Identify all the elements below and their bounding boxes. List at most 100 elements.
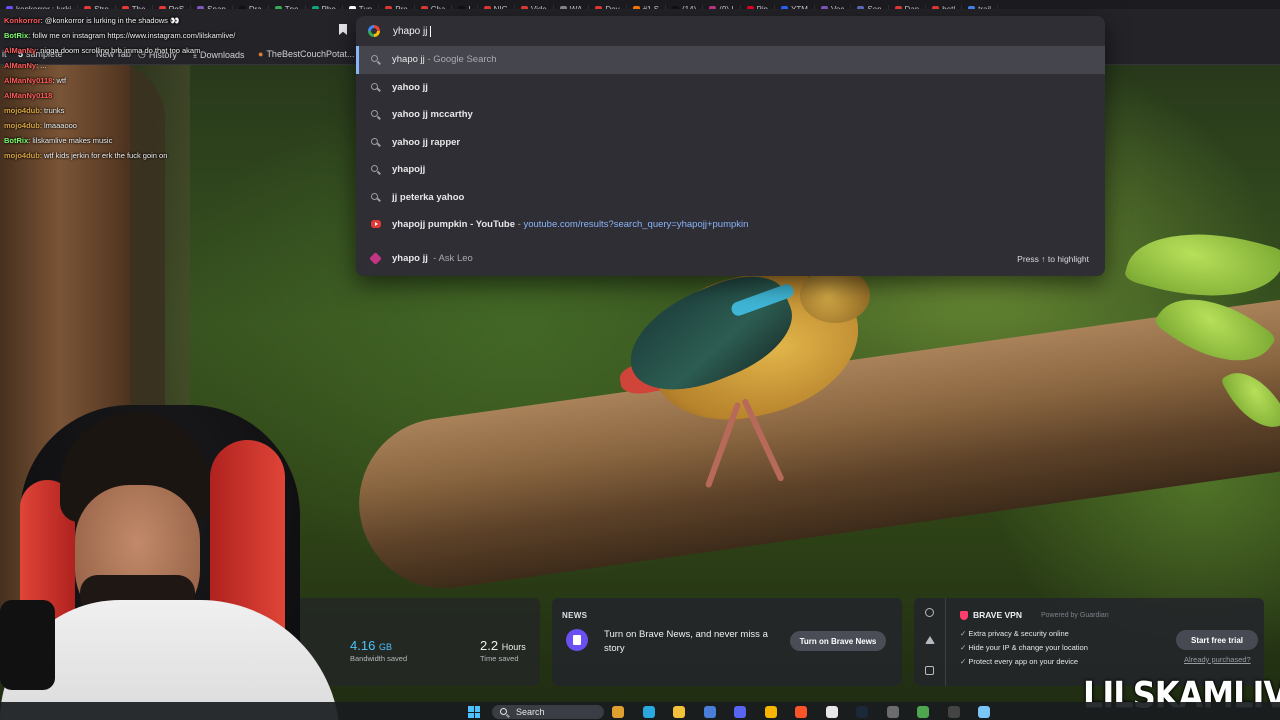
chat-text: : wtf — [52, 76, 67, 85]
search-icon — [371, 192, 380, 202]
chat-message: AlManNy0118 — [4, 88, 304, 103]
suggestion-text: yhapo jj — [392, 253, 428, 264]
text-cursor — [430, 25, 432, 37]
suggestion-source: - — [514, 219, 524, 231]
shield-icon[interactable] — [925, 608, 934, 617]
time-label: Time saved — [480, 654, 519, 663]
time-number: 2.2 — [480, 638, 499, 653]
card-icon[interactable] — [925, 666, 934, 675]
discord-icon[interactable] — [734, 706, 746, 718]
vpn-feature: Protect every app on your device — [960, 655, 1088, 669]
widget-side-rail — [914, 598, 946, 686]
omnibox-suggestion[interactable]: yhapo jj - Google Search — [356, 46, 1105, 74]
omnibox-suggestion[interactable]: yahoo jj rapper — [356, 129, 1105, 157]
microphone — [0, 600, 55, 690]
chat-text: : lilskamlive makes music — [28, 136, 113, 145]
chat-text: : trunks — [39, 106, 65, 115]
omnibox-suggestion[interactable]: jj peterka yahoo — [356, 184, 1105, 212]
chat-username: mojo4dub — [4, 151, 40, 160]
chrome-icon[interactable] — [825, 706, 838, 718]
time-value: 2.2 Hours — [480, 638, 526, 653]
vpn-title: BRAVE VPN Powered by Guardian — [960, 610, 1109, 620]
already-purchased-link[interactable]: Already purchased? — [1184, 655, 1251, 664]
search-icon — [371, 55, 380, 64]
news-heading: NEWS — [562, 611, 588, 620]
suggestion-text: yahoo jj rapper — [392, 136, 461, 148]
news-text: Turn on Brave News, and never miss a sto… — [604, 629, 768, 654]
search-icon — [371, 110, 380, 119]
folder-icon[interactable] — [673, 706, 685, 718]
time-stat: 2.2 Hours Time saved — [480, 638, 526, 663]
google-icon — [368, 25, 380, 37]
suggestion-text: yahoo jj mccarthy — [392, 109, 473, 121]
vpn-powered-by: Powered by Guardian — [1040, 611, 1109, 619]
chat-message: AlManNy0118: wtf — [4, 73, 304, 88]
chat-username: AlManNy — [4, 46, 37, 55]
triangle-icon[interactable] — [925, 636, 935, 644]
app-icon[interactable] — [886, 706, 899, 718]
news-icon — [566, 629, 588, 651]
bandwidth-label: Bandwidth saved — [350, 654, 408, 663]
search-icon — [371, 82, 380, 92]
omnibox-suggestion[interactable]: yhapojj — [356, 156, 1105, 184]
chat-username: BotRix — [4, 31, 29, 40]
suggestion-source: - Google Search — [424, 54, 497, 66]
chat-text: : ... — [36, 61, 47, 70]
browser-tab-strip: konkorror : lurkiStreTheRgSSnapDraTpePho… — [0, 0, 1280, 9]
app-icon[interactable] — [764, 706, 777, 718]
address-bar[interactable]: yhapo jj — [356, 16, 1105, 46]
start-free-trial-button[interactable]: Start free trial — [1176, 630, 1258, 650]
omnibox-suggestion[interactable]: yhapojj pumpkin - YouTube - youtube.com/… — [356, 211, 1105, 239]
vpn-feature: Hide your IP & change your location — [960, 641, 1088, 655]
chat-message: BotRix: follw me on instagram https://ww… — [4, 28, 304, 43]
search-icon — [500, 708, 507, 715]
bandwidth-value: 4.16 GB — [350, 638, 407, 653]
4k-icon[interactable] — [947, 706, 960, 718]
chat-text: : wtf kids jerkin for erk the fuck goin … — [39, 151, 168, 160]
streamer-webcam — [0, 400, 340, 720]
chat-username: AlManNy0118 — [4, 76, 53, 85]
chat-message: mojo4dub: trunks — [4, 103, 304, 118]
brave-icon[interactable] — [795, 706, 807, 718]
taskbar-search[interactable]: Search — [492, 705, 604, 719]
taskbar-search-label: Search — [516, 707, 545, 717]
chat-username: BotRix — [4, 136, 29, 145]
chat-username: mojo4dub — [4, 106, 40, 115]
chat-message: mojo4dub: lmaaaooo — [4, 118, 304, 133]
omnibox-suggestion[interactable]: yahoo jj mccarthy — [356, 101, 1105, 129]
keyboard-hint: Press ↑ to highlight — [1017, 253, 1089, 264]
stream-chat-overlay: Konkorror: @konkorror is lurking in the … — [4, 13, 304, 163]
bandwidth-unit: GB — [378, 642, 392, 652]
chat-username: AlManNy — [4, 61, 37, 70]
notepad-icon[interactable] — [978, 706, 990, 718]
chat-username: AlManNy0118 — [4, 91, 53, 100]
chat-username: mojo4dub — [4, 121, 40, 130]
time-unit: Hours — [501, 642, 526, 652]
edge-icon[interactable] — [642, 706, 655, 718]
windows-taskbar: Search — [0, 702, 1280, 720]
address-bar-query[interactable]: yhapo jj — [393, 26, 427, 37]
chat-text: : nigga doom scrolling brb imma do that … — [36, 46, 201, 55]
suggestion-text: yhapo jj — [392, 54, 425, 66]
steam-icon[interactable] — [856, 706, 868, 718]
app-icon[interactable] — [917, 706, 929, 718]
file-manager-icon[interactable] — [612, 706, 624, 718]
chat-text: : follw me on instagram https://www.inst… — [28, 31, 236, 40]
omnibox-suggestion[interactable]: yhapo jj - Ask Leo Press ↑ to highlight — [356, 239, 1105, 279]
brave-vpn-icon — [960, 610, 968, 620]
chat-username: Konkorror — [4, 16, 41, 25]
vpn-feature: Extra privacy & security online — [960, 627, 1088, 641]
bookmark-icon[interactable] — [339, 24, 347, 35]
suggestion-text: yahoo jj — [392, 81, 428, 93]
suggestion-url: youtube.com/results?search_query=yhapojj… — [523, 219, 749, 231]
chat-message: mojo4dub: wtf kids jerkin for erk the fu… — [4, 148, 304, 163]
bandwidth-number: 4.16 — [350, 638, 376, 653]
store-icon[interactable] — [703, 706, 716, 718]
vpn-feature-list: Extra privacy & security online Hide you… — [960, 627, 1088, 669]
chat-text: : lmaaaooo — [39, 121, 77, 130]
youtube-icon — [371, 220, 381, 229]
omnibox-suggestion[interactable]: yahoo jj — [356, 74, 1105, 102]
windows-start-icon[interactable] — [468, 706, 480, 718]
turn-on-news-button[interactable]: Turn on Brave News — [790, 631, 886, 651]
suggestion-source: - Ask Leo — [427, 253, 473, 264]
